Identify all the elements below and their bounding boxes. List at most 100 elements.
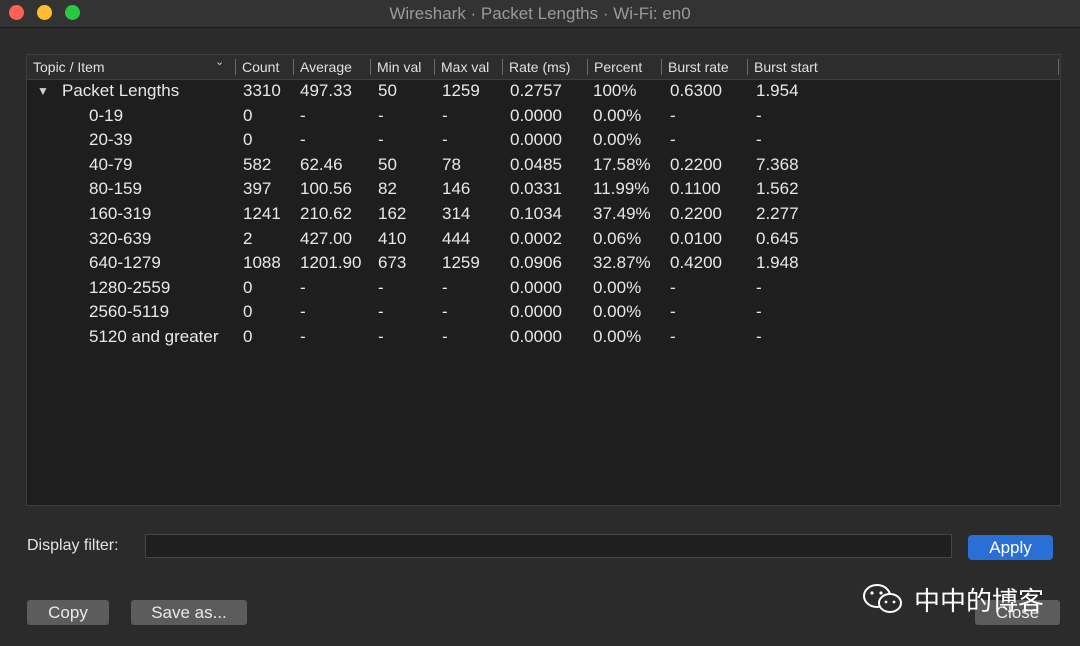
window-title: Wireshark · Packet Lengths · Wi-Fi: en0 (389, 4, 691, 23)
cell-percent: 0.00% (593, 327, 642, 346)
header-average[interactable]: Average (294, 55, 371, 79)
copy-button[interactable]: Copy (27, 600, 109, 625)
column-divider[interactable] (370, 59, 371, 75)
table-row[interactable]: 40-79 582 62.46 50 78 0.0485 17.58% 0.2200 7.368 (27, 153, 1060, 177)
cell-burst-rate: 0.1100 (670, 179, 721, 199)
table-row-parent[interactable]: ▼ Packet Lengths 3310 497.33 50 1259 0.2757 100… (27, 79, 1060, 103)
column-divider[interactable] (747, 59, 748, 75)
cell-average: 1201.90 (300, 253, 362, 273)
table-row[interactable]: 320-639 2 427.00 410 444 0.0002 0.06% 0.0100 0.6… (27, 227, 1060, 251)
header-count[interactable]: Count (236, 55, 294, 79)
cell-count: 0 (243, 302, 253, 322)
cell-min-val: 50 (378, 154, 397, 174)
cell-average: 210.62 (300, 204, 352, 223)
cell-burst-start: - (756, 277, 762, 297)
cell-max-val: - (442, 277, 448, 297)
cell-rate: 0.0000 (510, 130, 562, 150)
cell-burst-start: - (756, 302, 762, 322)
table-row[interactable]: 0-19 0 - - - 0.0000 0.00% - - (27, 104, 1060, 128)
table-row[interactable]: 160-319 1241 210.62 162 314 0.1034 37.49% 0.220… (27, 202, 1060, 226)
cell-count: 0 (243, 277, 253, 297)
cell-min-val: 673 (378, 253, 407, 273)
cell-rate: 0.0000 (510, 105, 562, 125)
cell-count: 0 (243, 327, 253, 346)
display-filter-input[interactable] (145, 534, 952, 558)
cell-max-val: 1259 (442, 253, 480, 273)
cell-rate: 0.0002 (510, 228, 562, 248)
display-filter-label: Display filter: (27, 537, 119, 554)
cell-max-val: - (442, 327, 448, 346)
cell-average: - (300, 277, 306, 297)
column-divider[interactable] (587, 59, 588, 75)
header-rate[interactable]: Rate (ms) (503, 55, 588, 79)
cell-min-val: 410 (378, 228, 407, 248)
cell-max-val: 146 (442, 179, 471, 199)
table-row[interactable]: 640-1279 1088 1201.90 673 1259 0.0906 32.87% 0.… (27, 251, 1060, 275)
statistics-table[interactable]: ⌄ Topic / Item Count Average Min val Max val… (26, 54, 1061, 506)
cell-average: 62.46 (300, 154, 343, 174)
cell-max-val: - (442, 105, 448, 125)
cell-topic: 80-159 (89, 179, 142, 199)
cell-burst-rate: - (670, 130, 676, 150)
cell-topic: 160-319 (89, 204, 152, 223)
cell-count: 3310 (243, 81, 281, 100)
cell-burst-start: 7.368 (756, 154, 799, 174)
column-divider[interactable] (293, 59, 294, 75)
cell-min-val: - (378, 130, 384, 150)
cell-average: - (300, 130, 306, 150)
table-row[interactable]: 5120 and greater 0 - - - 0.0000 0.00% - - (27, 325, 1060, 349)
header-max-val[interactable]: Max val (435, 55, 503, 79)
header-min-val[interactable]: Min val (371, 55, 435, 79)
column-divider[interactable] (434, 59, 435, 75)
header-burst-start[interactable]: Burst start (748, 55, 1060, 79)
cell-count: 1241 (243, 204, 281, 223)
cell-topic: 40-79 (89, 154, 133, 174)
table-row[interactable]: 1280-2559 0 - - - 0.0000 0.00% - - (27, 276, 1060, 300)
cell-percent: 11.99% (593, 179, 650, 199)
table-row[interactable]: 2560-5119 0 - - - 0.0000 0.00% - - (27, 300, 1060, 324)
cell-burst-start: 1.562 (756, 179, 799, 199)
cell-topic: 5120 and greater (89, 327, 219, 346)
cell-percent: 0.00% (593, 105, 642, 125)
cell-topic: 2560-5119 (89, 302, 170, 322)
disclosure-triangle-icon[interactable]: ▼ (37, 79, 49, 103)
cell-rate: 0.0485 (510, 154, 562, 174)
table-row[interactable]: 80-159 397 100.56 82 146 0.0331 11.99% 0.1100 1.… (27, 177, 1060, 201)
cell-burst-rate: - (670, 302, 676, 322)
cell-average: 100.56 (300, 179, 352, 199)
table-row[interactable]: 20-39 0 - - - 0.0000 0.00% - - (27, 128, 1060, 152)
cell-topic: 320-639 (89, 228, 152, 248)
cell-percent: 100% (593, 81, 637, 100)
cell-topic: 0-19 (89, 105, 124, 125)
cell-rate: 0.0906 (510, 253, 562, 273)
cell-count: 2 (243, 228, 253, 248)
cell-burst-rate: 0.0100 (670, 228, 722, 248)
cell-max-val: - (442, 130, 448, 150)
column-divider[interactable] (235, 59, 236, 75)
watermark: 中中的博客 (862, 582, 1044, 617)
cell-percent: 17.58% (593, 154, 651, 174)
apply-button[interactable]: Apply (968, 535, 1053, 560)
header-topic[interactable]: Topic / Item (27, 55, 236, 79)
cell-min-val: - (378, 105, 384, 125)
save-as-button[interactable]: Save as... (131, 600, 247, 625)
cell-rate: 0.2757 (510, 81, 562, 100)
cell-percent: 0.00% (593, 277, 642, 297)
cell-max-val: 444 (442, 228, 471, 248)
cell-burst-rate: - (670, 327, 676, 346)
cell-min-val: - (378, 277, 384, 297)
cell-topic: 20-39 (89, 130, 133, 150)
title-bar: Wireshark · Packet Lengths · Wi-Fi: en0 (0, 0, 1080, 28)
header-burst-rate[interactable]: Burst rate (662, 55, 748, 79)
column-divider[interactable] (502, 59, 503, 75)
cell-max-val: - (442, 302, 448, 322)
cell-burst-rate: 0.2200 (670, 154, 722, 174)
cell-burst-rate: 0.4200 (670, 253, 722, 273)
header-percent[interactable]: Percent (588, 55, 662, 79)
column-divider[interactable] (1058, 59, 1059, 75)
column-divider[interactable] (661, 59, 662, 75)
cell-topic: 1280-2559 (89, 277, 171, 297)
cell-average: - (300, 105, 306, 125)
cell-burst-start: 2.277 (756, 204, 799, 223)
cell-count: 0 (243, 105, 253, 125)
